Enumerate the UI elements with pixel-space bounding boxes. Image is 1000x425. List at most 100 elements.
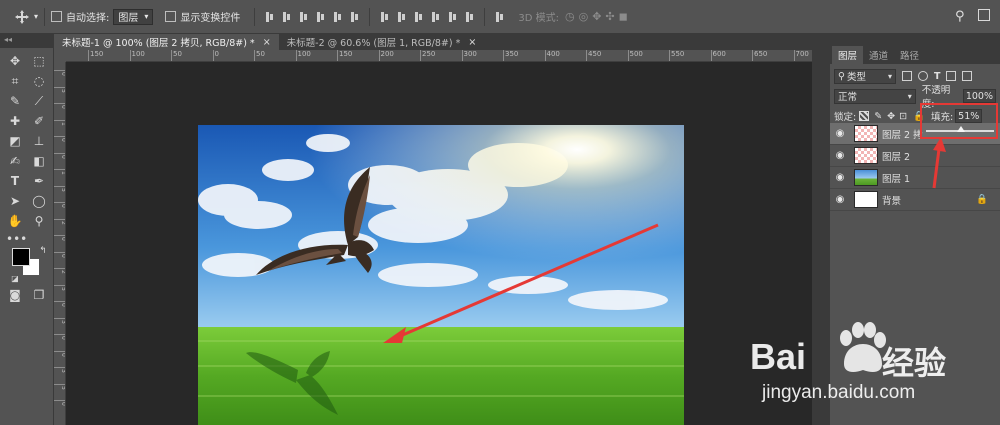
show-transform-checkbox[interactable] (165, 11, 177, 22)
quick-select-tool-icon[interactable]: ✎ (6, 92, 24, 110)
layer-thumbnail (854, 169, 878, 186)
ruler-tick-label: 0 (54, 334, 65, 340)
show-transform-label: 显示变换控件 (180, 13, 241, 24)
foreground-color-swatch[interactable] (12, 248, 30, 266)
pen-tool-icon[interactable]: ✒ (30, 172, 48, 190)
ruler-tick-label: 0 (54, 301, 65, 307)
crop-tool-icon[interactable]: ⌗ (6, 72, 24, 90)
align-left-icon[interactable] (315, 11, 326, 23)
layer-row-background[interactable]: ◉ 背景 🔒 (830, 189, 1000, 211)
document-tabs: 未标题-1 @ 100% (图层 2 拷贝, RGB/8#) * × 未标题-2… (54, 34, 812, 50)
hand-tool-icon[interactable]: ✋ (6, 212, 24, 230)
zoom-tool-icon[interactable]: ⚲ (30, 212, 48, 230)
lock-position-icon[interactable]: ✥ (887, 111, 895, 122)
stamp-tool-icon[interactable]: ⊥ (30, 132, 48, 150)
type-tool-icon[interactable]: T (6, 172, 24, 190)
fill-highlight-box (920, 103, 998, 139)
ruler-tick-label: 0 (54, 70, 65, 76)
opacity-input[interactable]: 100% (962, 89, 996, 103)
distribute-vcenter-icon[interactable] (396, 11, 407, 23)
ruler-tick-label: 50 (254, 50, 265, 61)
ruler-tick-label: 700 (793, 50, 809, 61)
visibility-eye-icon[interactable]: ◉ (830, 172, 850, 183)
shape-filter-icon[interactable] (946, 71, 957, 81)
ruler-tick-label: 500 (627, 50, 643, 61)
smart-object-filter-icon[interactable] (962, 71, 973, 81)
lasso-tool-icon[interactable]: ◌ (30, 72, 48, 90)
swap-colors-icon[interactable]: ↰ (34, 242, 52, 260)
blend-mode-dropdown[interactable]: 正常 ▾ (834, 88, 916, 104)
gradient-tool-icon[interactable]: ◧ (30, 152, 48, 170)
ruler-tick-label: 3 (54, 367, 65, 373)
eraser-tool-icon[interactable]: ◩ (6, 132, 24, 150)
canvas-workspace[interactable] (66, 62, 812, 425)
kind-label: 类型 (846, 72, 866, 83)
pixel-filter-icon[interactable] (902, 71, 912, 81)
tab-paths[interactable]: 路径 (894, 46, 925, 64)
move-tool-preset[interactable]: ▾ (14, 9, 38, 25)
baidu-paw-logo (840, 322, 886, 372)
blend-mode-value: 正常 (838, 92, 858, 103)
close-icon[interactable]: × (263, 37, 271, 48)
distribute-bottom-icon[interactable] (413, 11, 424, 23)
search-icon[interactable]: ⚲ (955, 9, 965, 24)
eyedropper-tool-icon[interactable]: ⟋ (30, 92, 48, 110)
healing-brush-tool-icon[interactable]: ✚ (6, 112, 24, 130)
distribute-top-icon[interactable] (379, 11, 390, 23)
watermark-url: jingyan.baidu.com (762, 382, 916, 403)
visibility-eye-icon[interactable]: ◉ (830, 194, 850, 205)
lock-pixels-icon[interactable]: ✎ (874, 111, 882, 122)
divider (484, 7, 486, 26)
history-brush-tool-icon[interactable]: ✍ (6, 152, 24, 170)
ruler-tick-label: 0 (54, 235, 65, 241)
ellipse-tool-icon[interactable]: ◯ (30, 192, 48, 210)
align-vcenter-icon[interactable] (281, 11, 292, 23)
tab-channels[interactable]: 通道 (863, 46, 894, 64)
options-bar: ▾ 自动选择: 图层 ▾ 显示变换控件 3D 模式: ◷◎✥✣◼ ⚲ (0, 0, 1000, 34)
lock-artboard-icon[interactable]: ⊡ (899, 111, 907, 122)
auto-select-checkbox[interactable] (51, 11, 63, 22)
workspace-switcher-icon[interactable] (978, 9, 990, 21)
auto-select-dropdown[interactable]: 图层 ▾ (113, 8, 154, 25)
ruler-tick-label: 2 (54, 218, 65, 224)
layer-thumbnail (854, 147, 878, 164)
lock-transparent-icon[interactable] (859, 111, 870, 121)
tab-document-1[interactable]: 未标题-1 @ 100% (图层 2 拷贝, RGB/8#) * × (54, 34, 279, 50)
ruler-vertical[interactable]: 0 5 0 1 0 0 1 5 0 2 0 0 2 5 0 3 0 0 3 5 0 (54, 62, 66, 425)
layer-row-layer1[interactable]: ◉ 图层 1 (830, 167, 1000, 189)
ruler-origin[interactable] (54, 50, 66, 62)
align-right-icon[interactable] (349, 11, 360, 23)
tools-collapse-bar[interactable]: ◂◂ (0, 34, 54, 48)
adjustment-filter-icon[interactable] (918, 71, 928, 81)
layer-kind-filter[interactable]: ⚲ 类型 ▾ (834, 68, 896, 84)
more-tools-icon[interactable]: ••• (6, 230, 27, 248)
ruler-tick-label: 0 (54, 136, 65, 142)
ruler-tick-label: 350 (503, 50, 518, 61)
close-icon[interactable]: × (468, 37, 476, 48)
align-top-icon[interactable] (264, 11, 275, 23)
distribute-left-icon[interactable] (430, 11, 441, 23)
align-bottom-icon[interactable] (298, 11, 309, 23)
mode-3d-label: 3D 模式: (518, 13, 560, 24)
type-filter-icon[interactable]: T (934, 71, 940, 82)
brush-tool-icon[interactable]: ✐ (30, 112, 48, 130)
distribute-right-icon[interactable] (464, 11, 475, 23)
layer-row-layer2[interactable]: ◉ 图层 2 (830, 145, 1000, 167)
ruler-horizontal[interactable]: 150 100 50 0 50 100 150 200 250 300 350 400 450 500 55… (66, 50, 812, 62)
fill-slider-thumb[interactable] (956, 126, 965, 132)
path-select-tool-icon[interactable]: ➤ (6, 192, 24, 210)
visibility-eye-icon[interactable]: ◉ (830, 150, 850, 161)
auto-align-icon[interactable] (494, 11, 505, 23)
marquee-tool-icon[interactable]: ⬚ (30, 52, 48, 70)
distribute-hcenter-icon[interactable] (447, 11, 458, 23)
screen-mode-icon[interactable]: ❐ (30, 286, 48, 304)
ruler-tick-label: 100 (129, 50, 145, 61)
move-tool-icon[interactable]: ✥ (6, 52, 24, 70)
layer-name: 图层 2 拷 (882, 129, 923, 141)
quick-mask-icon[interactable]: ◙ (6, 286, 24, 304)
document-canvas[interactable] (198, 125, 684, 425)
tab-layers[interactable]: 图层 (832, 46, 864, 64)
align-hcenter-icon[interactable] (332, 11, 343, 23)
tab-document-2[interactable]: 未标题-2 @ 60.6% (图层 1, RGB/8#) * × (279, 34, 485, 50)
visibility-eye-icon[interactable]: ◉ (830, 128, 850, 139)
